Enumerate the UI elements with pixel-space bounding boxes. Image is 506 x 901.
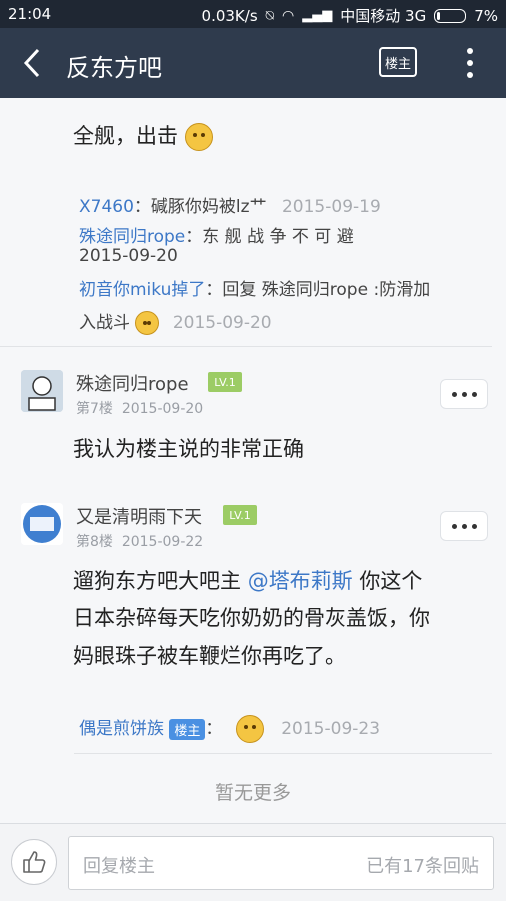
- floor-number: 第8楼 2015-09-22: [76, 534, 204, 550]
- like-button[interactable]: [11, 839, 57, 885]
- only-owner-button[interactable]: 楼主: [379, 47, 417, 77]
- level-badge: LV.1: [208, 372, 242, 392]
- network-speed: 0.03K/s: [201, 6, 258, 25]
- post-text: 我认为楼主说的非常正确: [73, 437, 304, 461]
- level-badge: LV.1: [223, 505, 257, 525]
- angry-emoji-icon: [235, 715, 264, 743]
- sub-reply[interactable]: 初音你miku掉了：回复 殊途同归rope :防滑加: [79, 275, 430, 300]
- sub-reply[interactable]: 偶是煎饼族 楼主： 2015-09-23: [79, 714, 380, 743]
- status-time: 21:04: [8, 5, 52, 23]
- tongue-emoji-icon: [135, 311, 160, 335]
- post-more-button[interactable]: [440, 511, 488, 541]
- avatar[interactable]: [21, 503, 63, 545]
- sub-reply-user[interactable]: 偶是煎饼族: [79, 719, 164, 739]
- post-text: 全舰，出击: [73, 120, 213, 151]
- battery-percent: 7%: [474, 6, 498, 25]
- reply-input[interactable]: 回复楼主 已有17条回贴: [68, 836, 494, 890]
- post-more-button[interactable]: [440, 379, 488, 409]
- back-arrow-icon[interactable]: [18, 46, 52, 80]
- divider: [74, 753, 492, 754]
- thumbs-up-icon: [23, 851, 46, 873]
- post-username[interactable]: 又是清明雨下天: [76, 503, 202, 529]
- mention-link[interactable]: @塔布莉斯: [248, 569, 353, 593]
- sub-reply-user[interactable]: 殊途同归rope: [79, 227, 185, 247]
- battery-icon: [434, 8, 467, 23]
- owner-tag: 楼主: [169, 718, 206, 740]
- mute-icon: ⍉: [265, 7, 275, 24]
- post-text: 遛狗东方吧大吧主 @塔布莉斯 你这个: [73, 569, 423, 593]
- more-vertical-icon[interactable]: [460, 45, 480, 81]
- floor-number: 第7楼 2015-09-20: [76, 401, 204, 417]
- sub-reply-user[interactable]: X7460: [79, 197, 134, 217]
- no-more-text: 暂无更多: [214, 782, 291, 804]
- sub-reply-user[interactable]: 初音你miku掉了: [79, 280, 205, 300]
- nav-bar: 反东方吧 楼主: [0, 28, 506, 98]
- carrier: 中国移动 3G: [340, 7, 427, 25]
- divider: [0, 346, 492, 347]
- wifi-icon: ◠: [282, 7, 295, 24]
- smile-emoji-icon: [184, 123, 213, 151]
- sub-reply[interactable]: X7460：碱豚你妈被lz艹 2015-09-19: [79, 192, 381, 217]
- sub-reply[interactable]: 殊途同归rope：东 舰 战 争 不 可 避: [79, 222, 354, 247]
- avatar[interactable]: [21, 370, 63, 412]
- reply-bar: 回复楼主 已有17条回贴: [0, 823, 506, 901]
- avatar-icon: [21, 503, 63, 545]
- status-bar: 21:04 0.03K/s ⍉ ◠ ▂▄▆ 中国移动 3G 7%: [0, 0, 506, 28]
- reply-count: 已有17条回贴: [366, 856, 479, 877]
- page-title: 反东方吧: [66, 54, 162, 82]
- signal-icon: ▂▄▆: [302, 8, 333, 23]
- post-username[interactable]: 殊途同归rope: [76, 370, 189, 396]
- avatar-icon: [21, 370, 63, 412]
- thread-content: 全舰，出击 X7460：碱豚你妈被lz艹 2015-09-19 殊途同归rope…: [0, 98, 506, 823]
